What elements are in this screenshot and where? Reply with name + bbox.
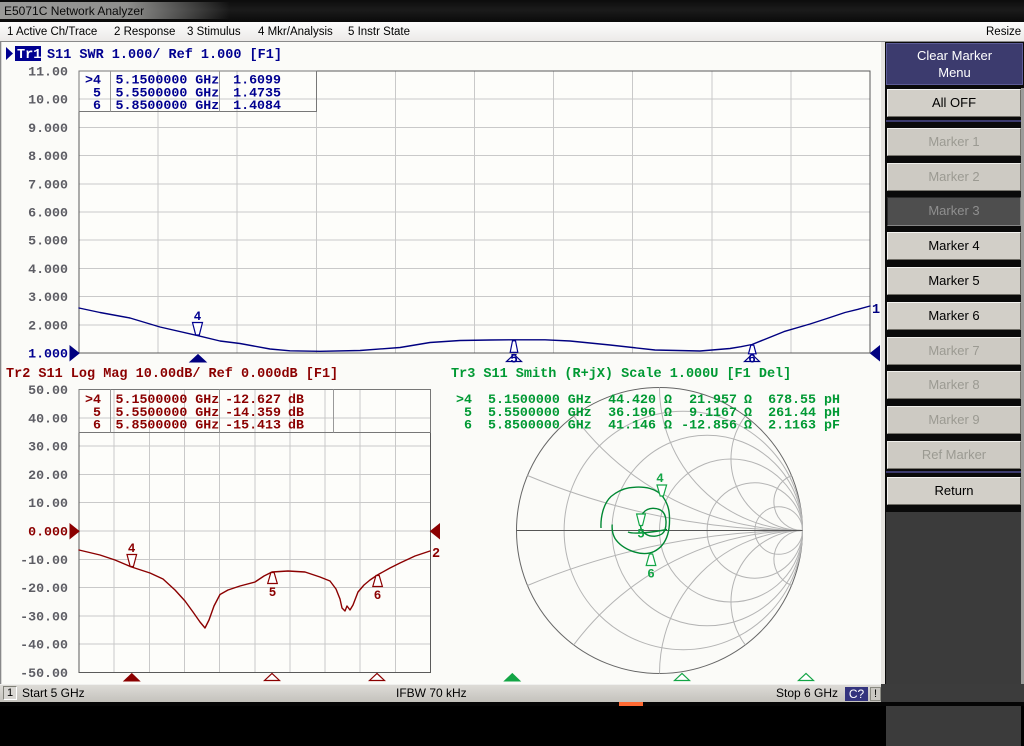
svg-text:-40.00: -40.00 bbox=[20, 638, 68, 653]
svg-text:4.000: 4.000 bbox=[28, 262, 68, 277]
svg-text:2.000: 2.000 bbox=[28, 318, 68, 333]
svg-text:-12.856: -12.856 bbox=[681, 418, 737, 433]
svg-text:1.4084: 1.4084 bbox=[233, 98, 281, 113]
svg-text:6: 6 bbox=[93, 98, 101, 113]
svg-text:Tr2 S11 Log Mag 10.00dB/ Ref 0: Tr2 S11 Log Mag 10.00dB/ Ref 0.000dB [F1… bbox=[6, 367, 338, 382]
svg-text:6.000: 6.000 bbox=[28, 206, 68, 221]
svg-text:40.00: 40.00 bbox=[28, 411, 68, 426]
svg-text:5: 5 bbox=[510, 353, 518, 367]
svg-text:20.00: 20.00 bbox=[28, 468, 68, 483]
svg-text:10.00: 10.00 bbox=[28, 496, 68, 511]
svg-text:6: 6 bbox=[93, 418, 101, 433]
svg-text:5: 5 bbox=[269, 586, 277, 600]
svg-text:41.146: 41.146 bbox=[608, 418, 656, 433]
svg-text:4: 4 bbox=[656, 472, 664, 486]
svg-text:5.000: 5.000 bbox=[28, 234, 68, 249]
svg-text:-20.00: -20.00 bbox=[20, 581, 68, 596]
svg-text:6: 6 bbox=[464, 418, 472, 433]
svg-text:Ω: Ω bbox=[744, 418, 752, 433]
svg-text:10.00: 10.00 bbox=[28, 93, 68, 108]
svg-text:6: 6 bbox=[374, 589, 382, 603]
svg-text:6: 6 bbox=[647, 568, 655, 582]
svg-text:3.000: 3.000 bbox=[28, 290, 68, 305]
svg-text:6: 6 bbox=[748, 353, 756, 367]
svg-text:30.00: 30.00 bbox=[28, 440, 68, 455]
svg-text:Tr3 S11 Smith (R+jX) Scale 1.0: Tr3 S11 Smith (R+jX) Scale 1.000U [F1 De… bbox=[451, 367, 791, 382]
svg-text:dB: dB bbox=[288, 418, 304, 433]
svg-text:5.8500000 GHz: 5.8500000 GHz bbox=[116, 98, 220, 113]
svg-text:-15.413: -15.413 bbox=[225, 418, 281, 433]
svg-text:-50.00: -50.00 bbox=[20, 666, 68, 681]
svg-text:Ω: Ω bbox=[664, 418, 672, 433]
svg-text:0.000: 0.000 bbox=[28, 525, 68, 540]
svg-text:5.8500000 GHz: 5.8500000 GHz bbox=[116, 418, 220, 433]
svg-text:7.000: 7.000 bbox=[28, 177, 68, 192]
svg-text:-30.00: -30.00 bbox=[20, 609, 68, 624]
svg-text:5: 5 bbox=[637, 528, 645, 542]
svg-text:-10.00: -10.00 bbox=[20, 553, 68, 568]
svg-text:2.1163: 2.1163 bbox=[768, 418, 816, 433]
svg-text:Tr1: Tr1 bbox=[17, 48, 41, 63]
svg-text:2: 2 bbox=[432, 547, 440, 562]
svg-text:S11 SWR 1.000/ Ref 1.000 [F1]: S11 SWR 1.000/ Ref 1.000 [F1] bbox=[47, 48, 282, 63]
svg-text:pF: pF bbox=[824, 418, 840, 433]
svg-text:1.000: 1.000 bbox=[28, 347, 68, 362]
svg-text:11.00: 11.00 bbox=[28, 65, 68, 80]
svg-text:1: 1 bbox=[872, 303, 880, 318]
svg-text:5.8500000 GHz: 5.8500000 GHz bbox=[488, 418, 592, 433]
svg-text:8.000: 8.000 bbox=[28, 149, 68, 164]
svg-text:50.00: 50.00 bbox=[28, 383, 68, 398]
svg-text:9.000: 9.000 bbox=[28, 121, 68, 136]
